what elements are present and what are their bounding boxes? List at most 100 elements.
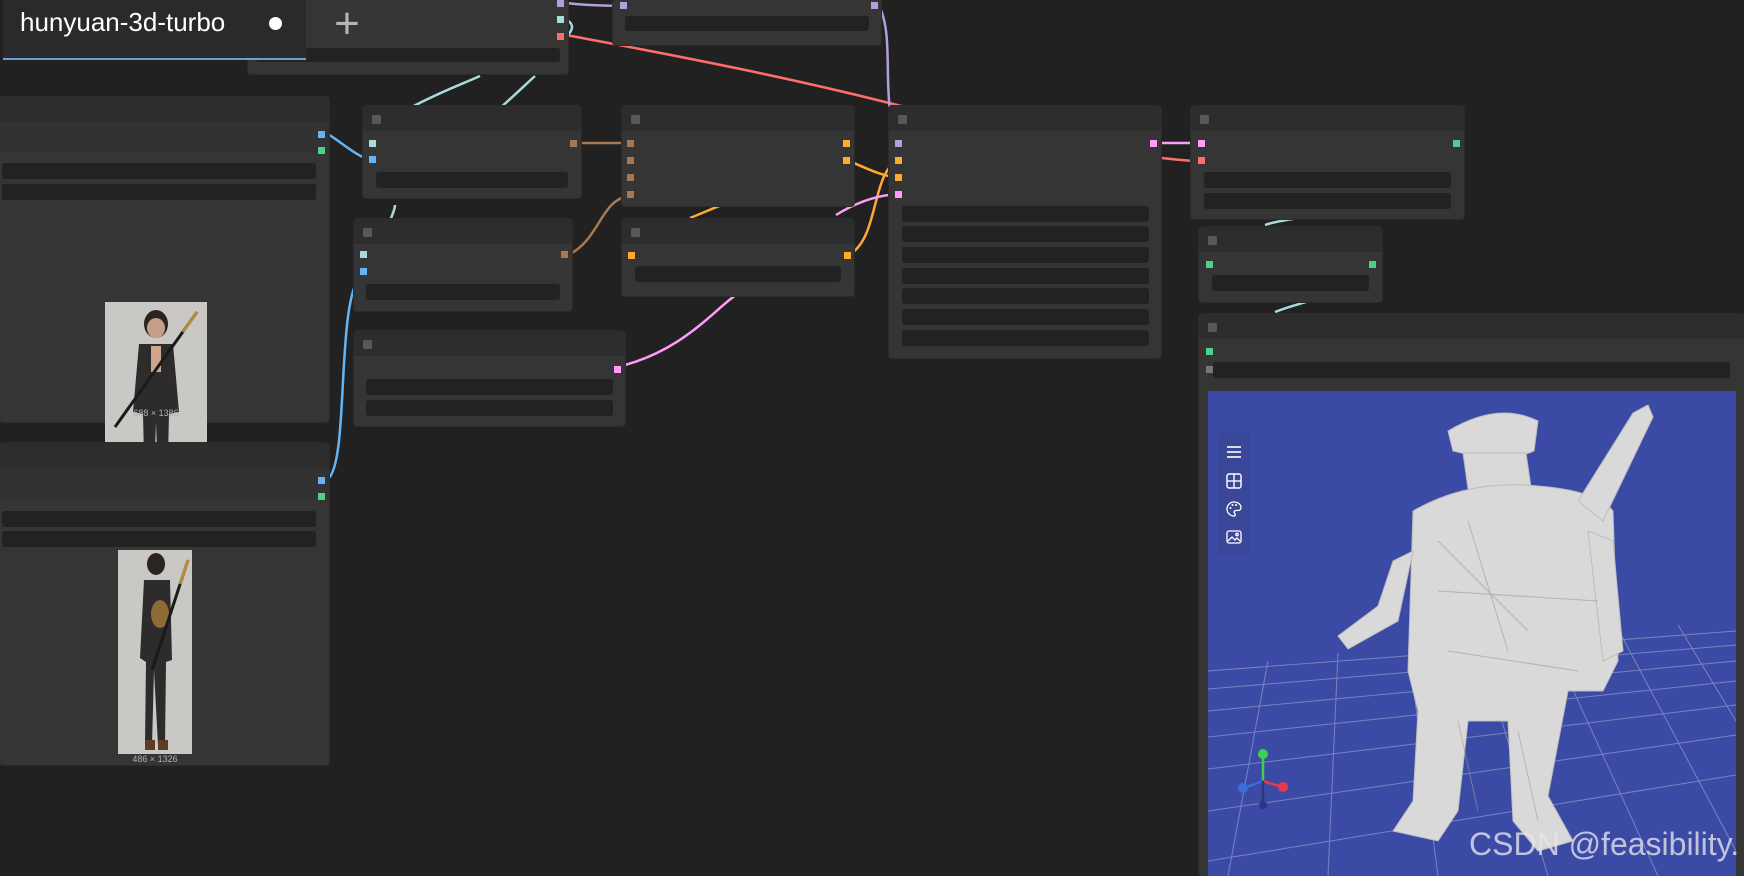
node-header[interactable] bbox=[622, 106, 854, 131]
output-port[interactable] bbox=[843, 157, 850, 164]
input-port-negative[interactable] bbox=[895, 174, 902, 181]
node-conditioning-zero-out[interactable] bbox=[622, 219, 854, 296]
output-port[interactable] bbox=[570, 140, 577, 147]
node-header[interactable] bbox=[1199, 314, 1744, 339]
output-port-image[interactable] bbox=[318, 477, 325, 484]
input-port-model[interactable] bbox=[895, 140, 902, 147]
output-port[interactable] bbox=[557, 33, 564, 40]
input-port[interactable] bbox=[627, 140, 634, 147]
node-multiview-conditioning[interactable] bbox=[622, 106, 854, 206]
new-tab-button[interactable]: + bbox=[318, 2, 376, 50]
output-port[interactable] bbox=[561, 251, 568, 258]
node-header[interactable] bbox=[354, 219, 572, 244]
collapse-dot[interactable] bbox=[1208, 236, 1217, 245]
input-port[interactable] bbox=[1206, 261, 1213, 268]
node-clip-vision-encode-2[interactable] bbox=[354, 219, 572, 311]
input-port[interactable] bbox=[369, 156, 376, 163]
output-port[interactable] bbox=[614, 366, 621, 373]
node-widget[interactable] bbox=[902, 206, 1149, 222]
image-icon[interactable] bbox=[1219, 523, 1249, 551]
node-widget[interactable] bbox=[902, 268, 1149, 284]
node-widget[interactable] bbox=[902, 309, 1149, 325]
output-port[interactable] bbox=[843, 140, 850, 147]
node-widget[interactable] bbox=[366, 379, 613, 395]
load-image-node-side[interactable]: 486 × 1326 bbox=[0, 443, 329, 765]
grid-icon[interactable] bbox=[1219, 467, 1249, 495]
output-port[interactable] bbox=[1369, 261, 1376, 268]
collapse-dot[interactable] bbox=[363, 228, 372, 237]
node-header[interactable] bbox=[0, 97, 329, 122]
node-header[interactable] bbox=[1199, 227, 1382, 252]
node-header[interactable] bbox=[354, 331, 625, 356]
input-port-positive[interactable] bbox=[895, 157, 902, 164]
output-port-image[interactable] bbox=[318, 131, 325, 138]
output-port[interactable] bbox=[844, 252, 851, 259]
node-top-b[interactable] bbox=[613, 0, 881, 45]
node-widget[interactable] bbox=[635, 266, 841, 282]
collapse-dot[interactable] bbox=[1200, 115, 1209, 124]
3d-viewer[interactable] bbox=[1208, 391, 1736, 876]
input-port[interactable] bbox=[620, 2, 627, 9]
input-port[interactable] bbox=[628, 252, 635, 259]
output-port[interactable] bbox=[1453, 140, 1460, 147]
node-widget[interactable] bbox=[366, 400, 613, 416]
node-widget[interactable] bbox=[902, 247, 1149, 263]
watermark: CSDN @feasibility. bbox=[1469, 826, 1740, 862]
collapse-dot[interactable] bbox=[898, 115, 907, 124]
node-ksampler[interactable] bbox=[889, 106, 1161, 358]
node-widget[interactable] bbox=[1204, 172, 1451, 188]
output-port[interactable] bbox=[871, 2, 878, 9]
image-select-widget[interactable] bbox=[2, 511, 316, 527]
node-widget[interactable] bbox=[902, 226, 1149, 242]
input-port[interactable] bbox=[1206, 366, 1213, 373]
palette-icon[interactable] bbox=[1219, 495, 1249, 523]
collapse-dot[interactable] bbox=[631, 228, 640, 237]
node-widget[interactable] bbox=[902, 288, 1149, 304]
input-port[interactable] bbox=[627, 174, 634, 181]
node-voxel-to-mesh[interactable] bbox=[1199, 227, 1382, 302]
menu-icon[interactable] bbox=[1219, 438, 1249, 466]
link-model bbox=[565, 1, 621, 8]
collapse-dot[interactable] bbox=[631, 115, 640, 124]
node-vae-decode[interactable] bbox=[1191, 106, 1464, 219]
node-clip-vision-encode-1[interactable] bbox=[363, 106, 581, 198]
input-port[interactable] bbox=[1198, 157, 1205, 164]
viewer-toolbar bbox=[1218, 433, 1250, 555]
input-port-latent[interactable] bbox=[895, 191, 902, 198]
collapse-dot[interactable] bbox=[372, 115, 381, 124]
node-header[interactable] bbox=[363, 106, 581, 131]
input-port[interactable] bbox=[369, 140, 376, 147]
input-port[interactable] bbox=[1198, 140, 1205, 147]
node-widget[interactable] bbox=[1213, 362, 1730, 378]
node-widget[interactable] bbox=[902, 330, 1149, 346]
node-empty-latent[interactable] bbox=[354, 331, 625, 426]
node-widget[interactable] bbox=[1212, 275, 1369, 291]
node-header[interactable] bbox=[0, 443, 329, 468]
node-widget[interactable] bbox=[366, 284, 560, 300]
workflow-tab[interactable]: hunyuan-3d-turbo bbox=[3, 0, 306, 60]
load-image-node-front[interactable]: 688 × 1386 bbox=[0, 97, 329, 506]
output-port-latent[interactable] bbox=[1150, 140, 1157, 147]
node-widget[interactable] bbox=[376, 172, 568, 188]
link-brown-2 bbox=[567, 194, 630, 257]
input-port[interactable] bbox=[1206, 348, 1213, 355]
node-header[interactable] bbox=[1191, 106, 1464, 131]
output-port-mask[interactable] bbox=[318, 493, 325, 500]
input-port[interactable] bbox=[627, 157, 634, 164]
node-header[interactable] bbox=[622, 219, 854, 244]
collapse-dot[interactable] bbox=[1208, 323, 1217, 332]
input-port[interactable] bbox=[360, 251, 367, 258]
input-port[interactable] bbox=[360, 268, 367, 275]
input-port[interactable] bbox=[627, 191, 634, 198]
node-widget[interactable] bbox=[1204, 193, 1451, 209]
node-header[interactable] bbox=[889, 106, 1161, 131]
link-latent-1 bbox=[616, 288, 746, 369]
collapse-dot[interactable] bbox=[363, 340, 372, 349]
upload-widget[interactable] bbox=[2, 184, 316, 200]
image-select-widget[interactable] bbox=[2, 163, 316, 179]
upload-widget[interactable] bbox=[2, 531, 316, 547]
output-port[interactable] bbox=[557, 0, 564, 7]
output-port-mask[interactable] bbox=[318, 147, 325, 154]
output-port[interactable] bbox=[557, 16, 564, 23]
node-widget[interactable] bbox=[625, 16, 869, 31]
